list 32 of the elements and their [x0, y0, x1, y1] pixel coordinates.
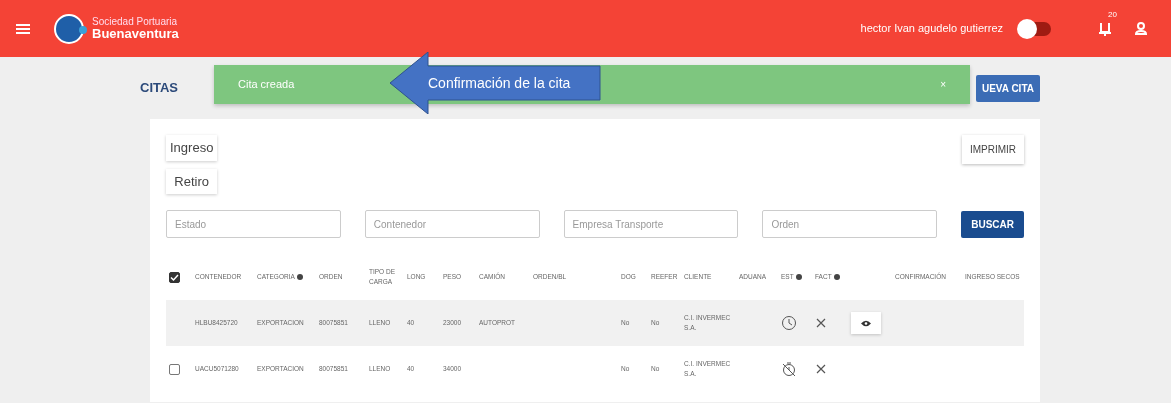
- toggle-switch[interactable]: [1019, 21, 1051, 36]
- notification-icon[interactable]: [1099, 22, 1111, 36]
- clock-icon: [781, 315, 797, 331]
- info-icon: [833, 274, 840, 281]
- filter-field[interactable]: Empresa Transporte: [563, 210, 739, 238]
- filter-field[interactable]: Estado: [166, 210, 341, 238]
- info-icon: [296, 274, 303, 281]
- brand-name: Sociedad Portuaria: [92, 17, 179, 27]
- new-appointment-button[interactable]: UEVA CITA: [975, 74, 1040, 102]
- eye-icon: [861, 319, 871, 327]
- timer-off-icon: [781, 361, 797, 377]
- tab[interactable]: Ingreso: [166, 135, 218, 161]
- page-title: CITAS: [140, 79, 179, 98]
- menu-icon[interactable]: [16, 23, 30, 34]
- close-icon: [815, 317, 827, 329]
- filter-field[interactable]: Orden: [762, 210, 938, 238]
- user-icon[interactable]: [1135, 22, 1147, 35]
- logo-icon: [54, 13, 88, 44]
- tab[interactable]: Retiro: [166, 168, 218, 194]
- search-button[interactable]: BUSCAR: [961, 210, 1024, 238]
- notification-count: 20: [1108, 8, 1117, 21]
- callout-text: Confirmación de la cita: [428, 74, 572, 93]
- brand-name: Buenaventura: [92, 27, 179, 40]
- checkbox[interactable]: [169, 363, 180, 375]
- view-button[interactable]: [851, 312, 881, 334]
- checkbox[interactable]: [169, 271, 180, 283]
- filter-field[interactable]: Contenedor: [364, 210, 540, 238]
- print-button[interactable]: IMPRIMIR: [961, 135, 1024, 164]
- info-icon: [795, 274, 802, 281]
- user-name: hector Ivan agudelo gutierrez: [860, 21, 1003, 37]
- close-icon: [815, 363, 827, 375]
- toast-message: Cita creada: [238, 77, 295, 93]
